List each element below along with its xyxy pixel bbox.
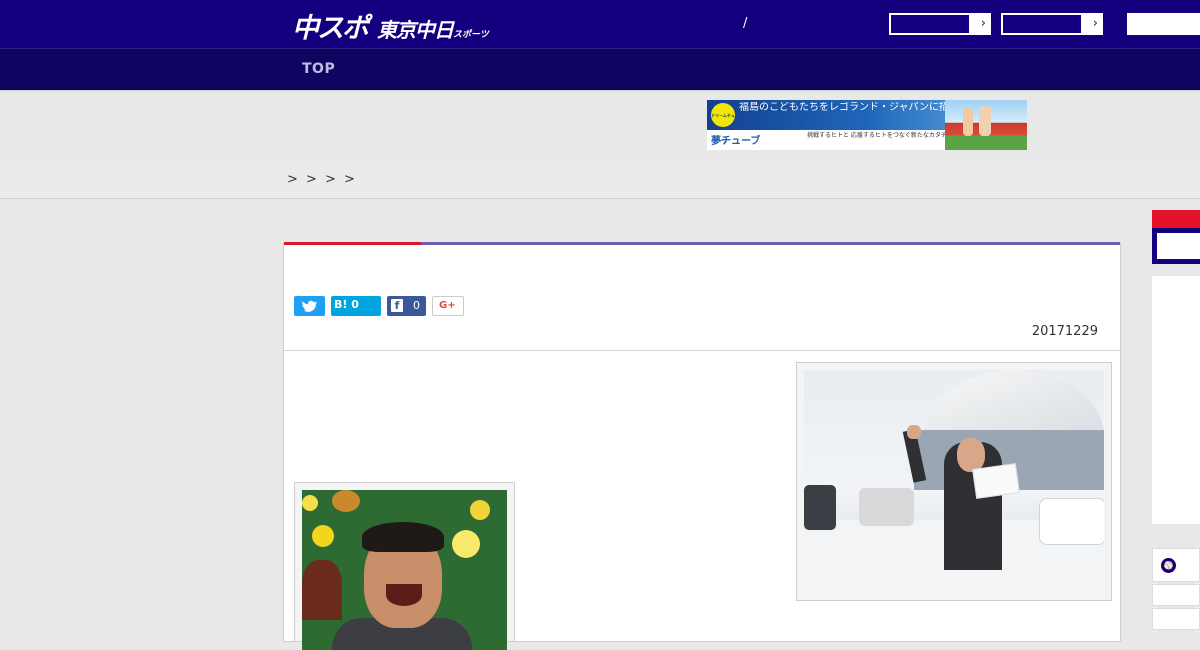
breadcrumb: > > > > bbox=[0, 161, 1200, 199]
photo-flower bbox=[312, 525, 334, 547]
accent-bar-red bbox=[284, 242, 421, 245]
breadcrumb-sep: > bbox=[287, 172, 298, 187]
facebook-icon: f bbox=[391, 299, 403, 312]
divider bbox=[284, 350, 1120, 351]
photo-chair bbox=[302, 560, 342, 620]
photo-flower bbox=[470, 500, 490, 520]
header-select-2[interactable]: › bbox=[1001, 13, 1103, 35]
header-select-1[interactable]: › bbox=[889, 13, 991, 35]
photo-mouth bbox=[386, 584, 422, 606]
ad-badge-icon: ドリームチューブ bbox=[711, 103, 735, 143]
photo-portrait[interactable] bbox=[302, 490, 507, 650]
photo-fist bbox=[907, 425, 921, 439]
sidebar-item[interactable] bbox=[1152, 584, 1200, 606]
ad-photo-person bbox=[963, 108, 973, 136]
photo-stadium[interactable] bbox=[804, 370, 1104, 570]
google-plus-share-button[interactable]: G+ bbox=[432, 296, 464, 316]
header-select-2-field bbox=[1003, 15, 1081, 33]
accent-bar-purple bbox=[421, 242, 1120, 245]
photo-paper bbox=[972, 463, 1020, 499]
ad-row: ドリームチューブ 福島のこどもたちをレゴランド・ジャパンに招待したい── そんな… bbox=[0, 90, 1200, 162]
photo-flower bbox=[332, 490, 360, 512]
ad-photo-person bbox=[979, 106, 991, 136]
sidebar-item[interactable] bbox=[1152, 608, 1200, 630]
header-select-1-field bbox=[891, 15, 969, 33]
site-logo[interactable]: 中スポ 東京中日スポーツ bbox=[292, 6, 489, 45]
sidebar-item[interactable]: ⚾ bbox=[1152, 548, 1200, 582]
global-nav: TOP bbox=[0, 48, 1200, 90]
chevron-right-icon: › bbox=[1092, 16, 1098, 31]
sidebar-panel bbox=[1152, 276, 1200, 524]
logo-main: 中スポ bbox=[292, 13, 369, 44]
photo-portrait-frame bbox=[294, 482, 515, 650]
breadcrumb-sep: > bbox=[325, 172, 336, 187]
ad-headline: 福島のこどもたちをレゴランド・ジャパンに招待したい── そんな夢を一緒に叶えませ… bbox=[739, 102, 949, 113]
hatena-label: B! 0 bbox=[334, 298, 359, 311]
photo-hair bbox=[362, 522, 444, 552]
twitter-share-button[interactable] bbox=[294, 296, 325, 316]
header-separator: / bbox=[743, 16, 748, 31]
right-sidebar: ⚾ bbox=[1152, 210, 1200, 630]
ad-tagline: 挑戦するヒトと 応援するヒトをつなぐ新たなカタチ bbox=[807, 132, 947, 139]
photo-flower bbox=[302, 495, 318, 511]
article-date: 20171229 bbox=[1031, 324, 1098, 339]
photo-car bbox=[859, 488, 914, 526]
breadcrumb-sep: > bbox=[344, 172, 355, 187]
photo-car bbox=[804, 485, 836, 530]
sidebar-tab-inner bbox=[1157, 233, 1200, 259]
photo-car bbox=[1039, 498, 1104, 545]
hatena-bookmark-button[interactable]: B! 0 bbox=[331, 296, 381, 316]
baseball-icon: ⚾ bbox=[1161, 558, 1176, 573]
google-plus-icon: G+ bbox=[439, 300, 456, 311]
logo-tiny: スポーツ bbox=[453, 30, 489, 40]
chevron-right-icon: › bbox=[980, 16, 986, 31]
site-header: 中スポ 東京中日スポーツ / › › bbox=[0, 0, 1200, 48]
sidebar-tab[interactable] bbox=[1152, 228, 1200, 264]
sidebar-red-band bbox=[1152, 210, 1200, 228]
header-search-input[interactable] bbox=[1127, 13, 1200, 35]
photo-flower bbox=[452, 530, 480, 558]
ad-photo bbox=[945, 100, 1027, 150]
banner-ad[interactable]: ドリームチューブ 福島のこどもたちをレゴランド・ジャパンに招待したい── そんな… bbox=[707, 100, 1027, 150]
facebook-count: 0 bbox=[413, 299, 420, 312]
article-card: B! 0 f 0 G+ 20171229 bbox=[283, 242, 1121, 650]
twitter-icon bbox=[302, 300, 318, 312]
ad-brand: 夢チューブ bbox=[711, 136, 761, 147]
facebook-share-button[interactable]: f 0 bbox=[387, 296, 426, 316]
breadcrumb-sep: > bbox=[306, 172, 317, 187]
nav-item-top[interactable]: TOP bbox=[302, 61, 335, 77]
photo-stadium-frame bbox=[796, 362, 1112, 601]
logo-sub: 東京中日 bbox=[377, 18, 454, 42]
